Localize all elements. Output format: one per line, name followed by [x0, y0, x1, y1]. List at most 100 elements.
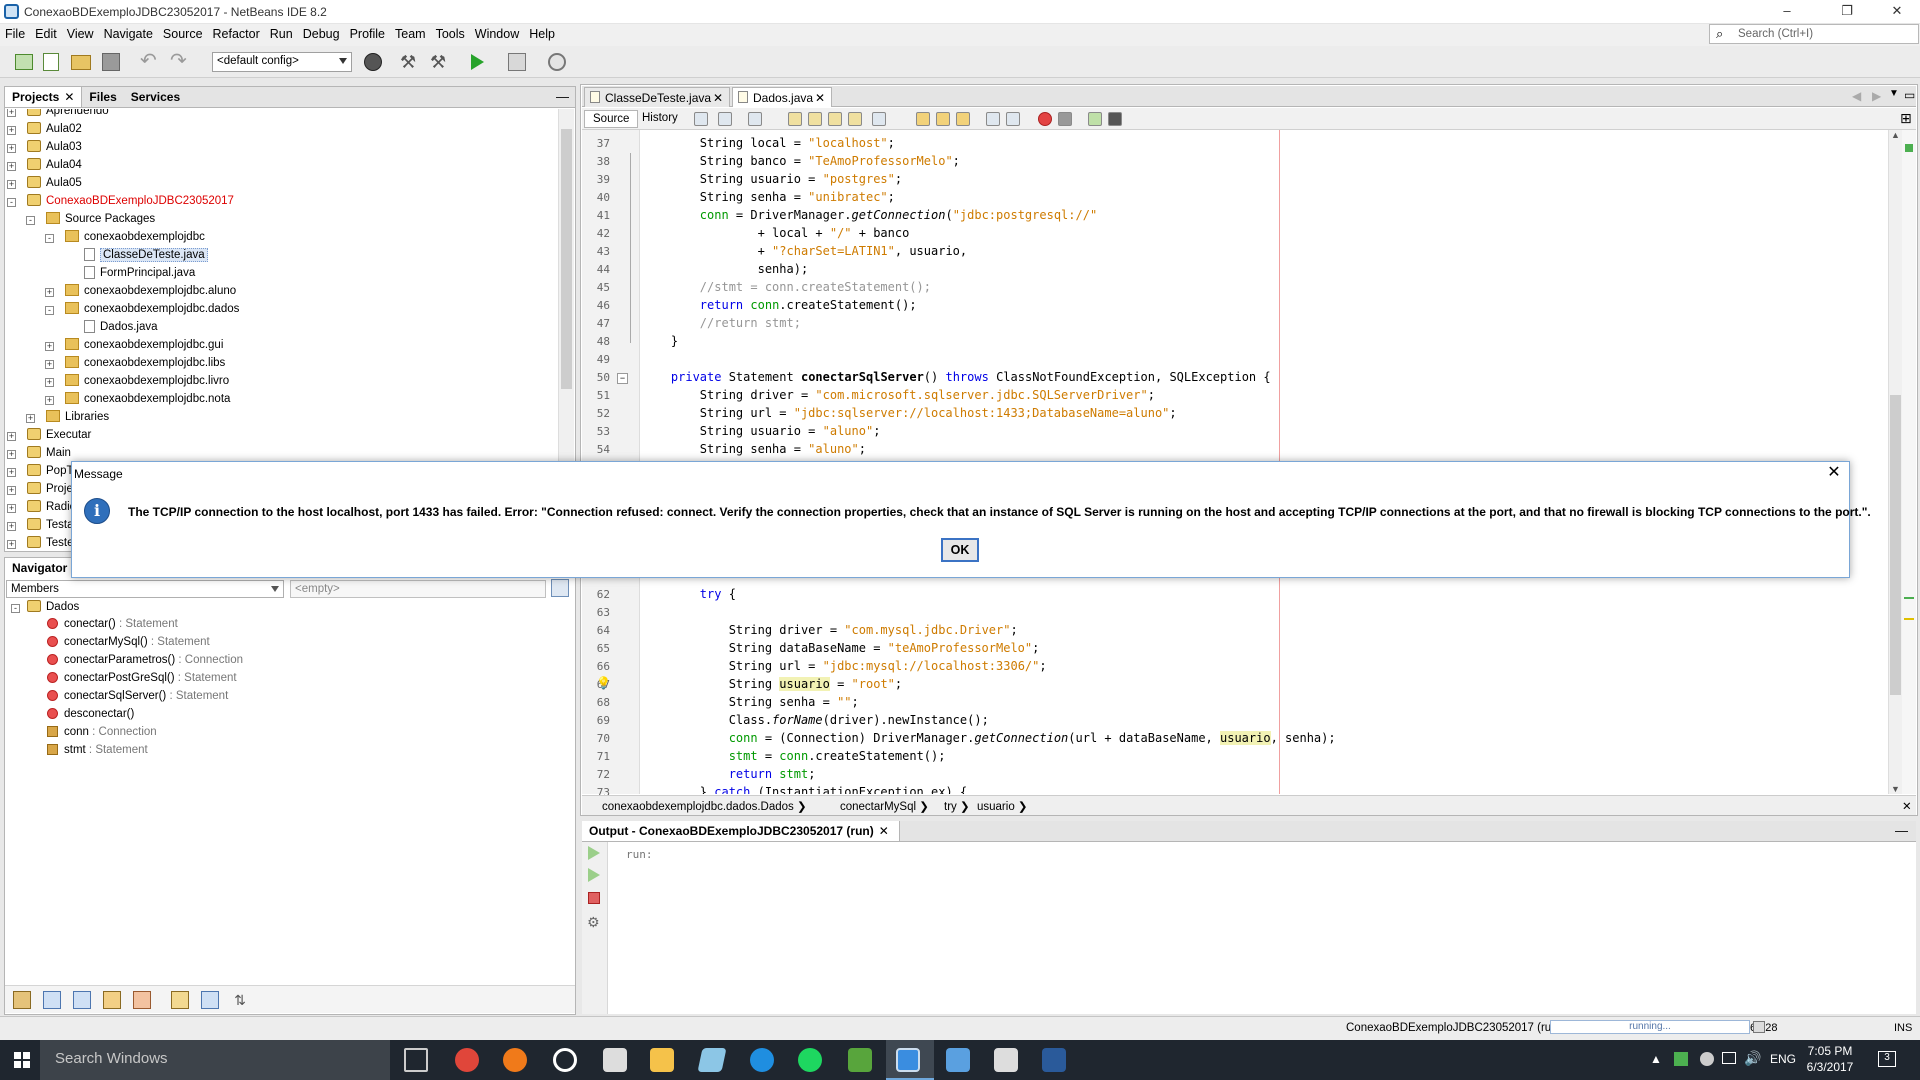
- breadcrumb-item[interactable]: try ❯: [944, 799, 970, 813]
- volume-icon[interactable]: 🔊: [1744, 1050, 1761, 1067]
- profile-project-icon[interactable]: [546, 51, 568, 73]
- menu-help[interactable]: Help: [524, 24, 560, 41]
- firefox-icon[interactable]: [503, 1048, 527, 1072]
- maximize-editor-icon[interactable]: ▭: [1904, 88, 1915, 102]
- show-fqn-icon[interactable]: [171, 991, 189, 1009]
- tab-navigator[interactable]: Navigator: [5, 558, 76, 578]
- obs-icon[interactable]: [553, 1048, 577, 1072]
- netbeans-taskbar-icon[interactable]: [896, 1048, 920, 1072]
- tree-item[interactable]: + Testa: [7, 518, 74, 536]
- navigator-member[interactable]: stmt : Statement: [47, 744, 148, 762]
- show-nonpublic-icon[interactable]: [103, 991, 121, 1009]
- tree-item[interactable]: Dados.java: [84, 320, 158, 338]
- history-view-button[interactable]: History: [634, 110, 686, 128]
- menu-window[interactable]: Window: [470, 24, 524, 41]
- collapse-icon[interactable]: -: [7, 198, 16, 207]
- expand-icon[interactable]: +: [7, 522, 16, 531]
- back-icon[interactable]: [718, 112, 732, 126]
- tree-item[interactable]: + Teste: [7, 536, 74, 551]
- tree-item[interactable]: + conexaobdexemplojdbc.aluno: [45, 284, 236, 302]
- ssms-icon[interactable]: [994, 1048, 1018, 1072]
- tree-item[interactable]: + Aula04: [7, 158, 82, 176]
- tree-item[interactable]: + Aula03: [7, 140, 82, 158]
- tray-android-icon[interactable]: [1674, 1052, 1688, 1066]
- navigator-filter-select[interactable]: <empty>: [290, 580, 546, 598]
- tab-projects[interactable]: Projects ✕: [5, 87, 83, 107]
- scroll-down-icon[interactable]: ▼: [1891, 784, 1900, 794]
- new-file-icon[interactable]: [40, 51, 62, 73]
- editor-scrollbar[interactable]: ▲ ▼: [1888, 130, 1902, 794]
- inherited-members-icon[interactable]: [13, 991, 31, 1009]
- tab-classedeteste[interactable]: ClasseDeTeste.java ✕: [584, 87, 730, 107]
- taskbar-search-box[interactable]: Search Windows: [40, 1040, 390, 1080]
- tree-item[interactable]: + Aprendendo: [7, 109, 109, 122]
- tray-chevron-icon[interactable]: ▲: [1650, 1052, 1662, 1066]
- minimize-button[interactable]: –: [1764, 0, 1810, 24]
- expand-icon[interactable]: +: [45, 288, 54, 297]
- menu-refactor[interactable]: Refactor: [208, 24, 265, 41]
- navigator-member[interactable]: conectarMySql() : Statement: [47, 636, 210, 654]
- collapse-icon[interactable]: -: [45, 306, 54, 315]
- debug-project-icon[interactable]: [506, 51, 528, 73]
- shift-right-icon[interactable]: [1006, 112, 1020, 126]
- navigator-member[interactable]: conectarPostGreSql() : Statement: [47, 672, 237, 690]
- menu-edit[interactable]: Edit: [30, 24, 62, 41]
- find-next-icon[interactable]: [828, 112, 842, 126]
- quick-search-input[interactable]: ⌕ Search (Ctrl+I): [1709, 24, 1919, 44]
- expand-icon[interactable]: +: [45, 342, 54, 351]
- expand-icon[interactable]: +: [7, 540, 16, 549]
- toggle-highlight-icon[interactable]: [848, 112, 862, 126]
- comment-icon[interactable]: [1088, 112, 1102, 126]
- chrome-icon[interactable]: [455, 1048, 479, 1072]
- uncomment-icon[interactable]: [1108, 112, 1122, 126]
- navigator-options-icon[interactable]: [551, 579, 569, 597]
- menu-debug[interactable]: Debug: [298, 24, 345, 41]
- notepad-icon[interactable]: [697, 1048, 727, 1072]
- expand-icon[interactable]: +: [7, 162, 16, 171]
- breadcrumb-item[interactable]: conexaobdexemplojdbc.dados.Dados ❯: [602, 799, 807, 813]
- action-center-icon[interactable]: 3: [1878, 1051, 1896, 1067]
- expand-icon[interactable]: +: [7, 486, 16, 495]
- save-all-icon[interactable]: [100, 51, 122, 73]
- close-window-button[interactable]: ✕: [1874, 0, 1920, 24]
- tree-item[interactable]: + Radio: [7, 500, 76, 518]
- minimize-output-icon[interactable]: —: [1895, 823, 1908, 838]
- undo-icon[interactable]: ↶: [140, 51, 162, 73]
- close-icon[interactable]: ✕: [879, 824, 889, 838]
- expand-icon[interactable]: +: [26, 414, 35, 423]
- tree-item[interactable]: - conexaobdexemplojdbc.dados: [45, 302, 239, 320]
- tree-item[interactable]: + conexaobdexemplojdbc.gui: [45, 338, 223, 356]
- tab-output[interactable]: Output - ConexaoBDExemploJDBC23052017 (r…: [582, 821, 900, 841]
- toggle-bookmark-icon[interactable]: [956, 112, 970, 126]
- menu-run[interactable]: Run: [265, 24, 298, 41]
- minimize-panel-icon[interactable]: —: [556, 89, 569, 104]
- close-icon[interactable]: ✕: [713, 91, 723, 105]
- last-edit-icon[interactable]: [694, 112, 708, 126]
- tree-item[interactable]: + conexaobdexemplojdbc.libs: [45, 356, 225, 374]
- expand-icon[interactable]: +: [7, 109, 16, 117]
- expand-icon[interactable]: +: [7, 468, 16, 477]
- tree-item[interactable]: + conexaobdexemplojdbc.livro: [45, 374, 229, 392]
- navigator-member[interactable]: conectar() : Statement: [47, 618, 178, 636]
- restore-button[interactable]: ❐: [1824, 0, 1870, 24]
- task-view-icon[interactable]: [404, 1048, 428, 1072]
- tree-item[interactable]: + PopT: [7, 464, 74, 482]
- collapse-icon[interactable]: -: [45, 234, 54, 243]
- stop-icon[interactable]: [588, 892, 600, 904]
- navigator-member[interactable]: conn : Connection: [47, 726, 157, 744]
- rerun-icon[interactable]: [588, 846, 600, 860]
- tree-item[interactable]: + Aula02: [7, 122, 82, 140]
- menu-team[interactable]: Team: [390, 24, 431, 41]
- breadcrumb-item[interactable]: conectarMySql ❯: [840, 799, 929, 813]
- source-view-button[interactable]: Source: [584, 110, 639, 128]
- cancel-task-icon[interactable]: [1753, 1021, 1765, 1033]
- tree-item[interactable]: + Libraries: [26, 410, 109, 428]
- expand-icon[interactable]: +: [7, 432, 16, 441]
- members-select[interactable]: Members: [6, 580, 284, 598]
- new-project-icon[interactable]: [12, 51, 34, 73]
- redo-icon[interactable]: ↷: [170, 51, 192, 73]
- breadcrumb-item[interactable]: usuario ❯: [977, 799, 1028, 813]
- tree-item[interactable]: - Source Packages: [26, 212, 155, 230]
- close-icon[interactable]: ✕: [815, 91, 825, 105]
- progress-bar[interactable]: running...: [1550, 1020, 1750, 1034]
